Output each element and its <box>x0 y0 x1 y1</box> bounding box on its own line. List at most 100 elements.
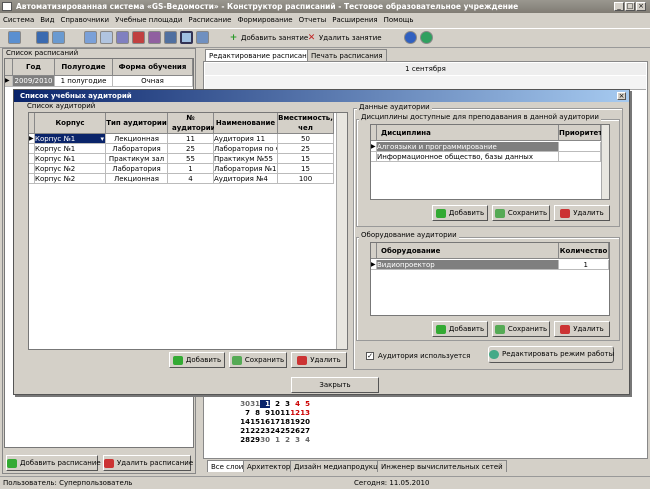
dropdown-icon[interactable]: ▾ <box>100 134 104 143</box>
grid-icon[interactable] <box>100 31 113 44</box>
table-row-form[interactable]: Очная <box>113 76 193 87</box>
add-equipment-button[interactable]: Добавить <box>432 321 488 337</box>
add-lesson-button[interactable]: + Добавить занятие <box>227 31 308 45</box>
tab-media-design[interactable]: Дизайн медиапродукции <box>290 460 392 472</box>
table-cell[interactable]: 25 <box>278 144 334 154</box>
col-half: Полугодие <box>55 59 113 76</box>
table-row[interactable]: Информационное общество, базы данных <box>377 152 559 162</box>
delete-equipment-button[interactable]: Удалить <box>554 321 610 337</box>
add-classroom-button[interactable]: Добавить <box>169 352 225 368</box>
table-cell[interactable]: 55 <box>168 154 214 164</box>
table-cell[interactable]: 1 <box>168 164 214 174</box>
table-row[interactable]: 2009/2010 <box>13 76 55 87</box>
table-cell[interactable]: Лекционная <box>106 134 168 144</box>
menu-classrooms[interactable]: Учебные площади <box>112 13 185 28</box>
help-icon[interactable] <box>404 31 417 44</box>
equipment-title: Оборудование аудитории <box>359 231 459 239</box>
table-cell[interactable] <box>559 142 601 152</box>
menu-view[interactable]: Вид <box>37 13 57 28</box>
table-cell[interactable]: Лаборатория <box>106 164 168 174</box>
close-dialog-button[interactable]: Закрыть <box>291 377 379 393</box>
table-cell[interactable]: Практикум зал <box>106 154 168 164</box>
table-row[interactable]: Корпус №2 <box>35 174 106 184</box>
menu-extensions[interactable]: Расширения <box>329 13 380 28</box>
row-indicator-header <box>5 59 13 76</box>
table-cell[interactable]: 15 <box>278 164 334 174</box>
minimize-icon[interactable]: _ <box>614 2 624 11</box>
people-icon[interactable] <box>148 31 161 44</box>
menu-references[interactable]: Справочники <box>57 13 112 28</box>
minus-icon <box>297 355 308 365</box>
delete-classroom-button[interactable]: Удалить <box>291 352 347 368</box>
save-classroom-button[interactable]: Сохранить <box>229 352 287 368</box>
maximize-icon[interactable]: □ <box>625 2 635 11</box>
tab-print-schedule[interactable]: Печать расписания <box>307 49 387 61</box>
table-cell[interactable]: 15 <box>278 154 334 164</box>
schedule-row <box>205 76 646 90</box>
table-cell[interactable]: 50 <box>278 134 334 144</box>
classroom-used-checkbox[interactable]: ✓ <box>366 352 374 360</box>
table-cell[interactable]: Лаборатория №1 <box>214 164 278 174</box>
plus-icon <box>435 208 446 218</box>
table-row[interactable]: Корпус №2 <box>35 164 106 174</box>
tab-architect[interactable]: Архитектор <box>243 460 295 472</box>
status-today: Сегодня: 11.05.2010 <box>354 479 430 487</box>
close-icon[interactable]: × <box>636 2 646 11</box>
delete-lesson-button[interactable]: ✕ Удалить занятие <box>305 31 382 45</box>
menu-generate[interactable]: Формирование <box>234 13 295 28</box>
tab-edit-schedule[interactable]: Редактирование расписания <box>205 49 320 61</box>
table-cell[interactable]: 4 <box>168 174 214 184</box>
table-icon[interactable] <box>164 31 177 44</box>
table-row[interactable]: Корпус №1 ▾ <box>35 134 106 144</box>
list-icon[interactable] <box>84 31 97 44</box>
tab-all-layers[interactable]: Все слои <box>207 460 248 472</box>
menu-schedule[interactable]: Расписание <box>185 13 234 28</box>
building-icon[interactable] <box>36 31 49 44</box>
table-row[interactable]: Корпус №1 <box>35 154 106 164</box>
col-discipline: Дисциплина <box>377 125 559 141</box>
add-schedule-button[interactable]: Добавить расписание <box>6 455 101 471</box>
table-cell[interactable]: 25 <box>168 144 214 154</box>
delete-discipline-button[interactable]: Удалить <box>554 205 610 221</box>
window-title: Автоматизированная система «GS-Ведомости… <box>16 2 519 11</box>
col-quantity: Количество <box>559 243 609 259</box>
minus-icon <box>560 324 571 334</box>
save-discipline-button[interactable]: Сохранить <box>492 205 550 221</box>
table-cell[interactable]: 100 <box>278 174 334 184</box>
tab-network-engineer[interactable]: Инженер вычислительных сетей <box>377 460 507 472</box>
table-cell[interactable] <box>559 152 601 162</box>
info-icon[interactable] <box>420 31 433 44</box>
user-icon[interactable] <box>116 31 129 44</box>
clock-icon <box>489 349 499 359</box>
calendar-icon[interactable] <box>132 31 145 44</box>
table-row[interactable]: Алгоязыки и программирование <box>377 142 559 152</box>
vertical-scrollbar[interactable] <box>336 113 347 349</box>
menu-reports[interactable]: Отчеты <box>296 13 330 28</box>
settings-icon[interactable] <box>8 31 21 44</box>
save-equipment-button[interactable]: Сохранить <box>492 321 550 337</box>
status-user: Пользователь: Суперпользователь <box>3 479 133 487</box>
status-bar: Пользователь: Суперпользователь Сегодня:… <box>0 476 650 488</box>
layout-icon[interactable] <box>180 31 193 44</box>
table-cell[interactable]: Аудитория 11 <box>214 134 278 144</box>
delete-schedule-button[interactable]: Удалить расписание <box>103 455 193 471</box>
menu-system[interactable]: Система <box>0 13 37 28</box>
columns-icon[interactable] <box>196 31 209 44</box>
table-cell[interactable]: 11 <box>168 134 214 144</box>
table-cell[interactable]: 1 <box>559 260 609 270</box>
table-cell[interactable]: Лаборатория <box>106 144 168 154</box>
dialog-close-icon[interactable]: × <box>617 92 626 100</box>
table-row[interactable]: Видиопроектор <box>377 260 559 270</box>
table-cell[interactable]: Лекционная <box>106 174 168 184</box>
table-row[interactable]: Корпус №1 <box>35 144 106 154</box>
window-icon[interactable] <box>52 31 65 44</box>
table-row-half[interactable]: 1 полугодие <box>55 76 113 87</box>
vertical-scrollbar[interactable] <box>601 125 609 199</box>
table-cell[interactable]: Аудитория №4 <box>214 174 278 184</box>
table-cell[interactable]: Практикум №55 <box>214 154 278 164</box>
menu-help[interactable]: Помощь <box>381 13 417 28</box>
x-icon: ✕ <box>307 33 316 43</box>
add-discipline-button[interactable]: Добавить <box>432 205 488 221</box>
edit-work-mode-button[interactable]: Редактировать режим работы <box>488 346 614 363</box>
table-cell[interactable]: Лаборатория по Ф <box>214 144 278 154</box>
